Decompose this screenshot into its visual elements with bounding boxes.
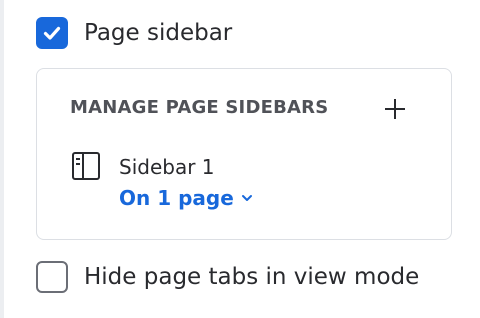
sidebar-pages-label: On 1 page — [119, 186, 234, 210]
manage-sidebars-panel: MANAGE PAGE SIDEBARS Sidebar 1 On 1 page — [36, 68, 452, 240]
sidebar-layout-icon — [72, 152, 100, 180]
page-sidebar-checkbox[interactable] — [36, 17, 68, 49]
check-icon — [43, 26, 61, 40]
chevron-down-icon — [241, 195, 252, 201]
hide-page-tabs-checkbox[interactable] — [36, 261, 68, 293]
plus-icon — [385, 99, 405, 119]
hide-page-tabs-label[interactable]: Hide page tabs in view mode — [84, 261, 419, 293]
manage-sidebars-heading: MANAGE PAGE SIDEBARS — [70, 97, 329, 118]
panel-left-border — [0, 0, 4, 318]
sidebar-name: Sidebar 1 — [119, 155, 215, 179]
add-sidebar-button[interactable] — [377, 93, 413, 125]
page-sidebar-label[interactable]: Page sidebar — [84, 17, 232, 49]
sidebar-pages-dropdown[interactable]: On 1 page — [119, 184, 254, 212]
